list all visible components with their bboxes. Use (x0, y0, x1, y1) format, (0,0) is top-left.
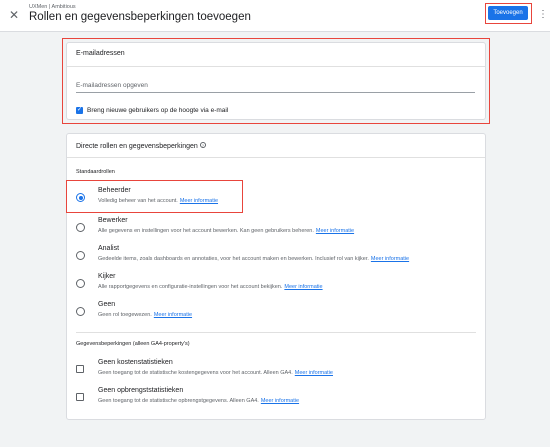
role-name: Geen (98, 301, 116, 308)
restriction-description: Geen toegang tot de statistische kosteng… (98, 370, 333, 376)
standard-roles-label: Standaardrollen (76, 169, 115, 175)
radio-icon[interactable] (76, 223, 85, 232)
role-name: Analist (98, 245, 120, 252)
checkbox-checked-icon[interactable]: ✓ (76, 106, 83, 114)
role-option-viewer[interactable]: Kijker Alle rapportgegevens en configura… (76, 273, 476, 299)
add-button[interactable]: Toevoegen (488, 6, 528, 20)
restriction-description: Geen toegang tot de statistische opbreng… (98, 398, 300, 404)
checkbox-icon[interactable] (76, 393, 84, 401)
restriction-name: Geen kostenstatistieken (98, 359, 173, 366)
roles-title-text: Directe rollen en gegevensbeperkingen (76, 143, 198, 150)
divider (76, 332, 476, 333)
data-restrictions-label: Gegevensbeperkingen (alleen GA4-property… (76, 341, 190, 347)
notify-checkbox-row[interactable]: ✓ Breng nieuwe gebruikers op de hoogte v… (76, 106, 228, 114)
learn-more-link[interactable]: Meer informatie (371, 256, 409, 262)
learn-more-link[interactable]: Meer informatie (295, 370, 333, 376)
email-input[interactable] (76, 79, 475, 93)
radio-icon[interactable] (76, 279, 85, 288)
role-description: Alle rapportgegevens en configuratie-ins… (98, 284, 323, 290)
help-circle-icon[interactable]: ? (199, 142, 206, 148)
roles-section-title: Directe rollen en gegevensbeperkingen? (76, 142, 206, 150)
learn-more-link[interactable]: Meer informatie (284, 284, 322, 290)
learn-more-link[interactable]: Meer informatie (154, 312, 192, 318)
role-description: Geen rol toegewezen. Meer informatie (98, 312, 193, 318)
role-option-editor[interactable]: Bewerker Alle gegevens en instellingen v… (76, 217, 476, 243)
email-card: E-mailadressen ✓ Breng nieuwe gebruikers… (66, 42, 486, 120)
radio-icon[interactable] (76, 251, 85, 260)
close-icon[interactable]: ✕ (7, 8, 21, 22)
role-name: Kijker (98, 273, 116, 280)
breadcrumb: UXMen | Ambitious (29, 4, 76, 10)
divider (67, 66, 485, 67)
restriction-name: Geen opbrengststatistieken (98, 387, 184, 394)
more-vert-icon[interactable]: ⋮ (538, 8, 548, 22)
email-section-title: E-mailadressen (76, 50, 125, 57)
radio-icon[interactable] (76, 307, 85, 316)
learn-more-link[interactable]: Meer informatie (316, 228, 354, 234)
checkbox-icon[interactable] (76, 365, 84, 373)
role-description: Gedeelde items, zoals dashboards en anno… (98, 256, 410, 262)
add-button-highlight: Toevoegen (485, 3, 532, 24)
learn-more-link[interactable]: Meer informatie (261, 398, 299, 404)
admin-role-highlight (66, 180, 243, 213)
role-option-none[interactable]: Geen Geen rol toegewezen. Meer informatie (76, 301, 476, 327)
page-title: Rollen en gegevensbeperkingen toevoegen (29, 11, 251, 23)
role-description: Alle gegevens en instellingen voor het a… (98, 228, 355, 234)
restriction-no-revenue[interactable]: Geen opbrengststatistieken Geen toegang … (76, 387, 476, 413)
restriction-no-cost[interactable]: Geen kostenstatistieken Geen toegang tot… (76, 359, 476, 385)
top-bar: ✕ UXMen | Ambitious Rollen en gegevensbe… (0, 0, 550, 32)
role-option-analyst[interactable]: Analist Gedeelde items, zoals dashboards… (76, 245, 476, 271)
notify-label: Breng nieuwe gebruikers op de hoogte via… (87, 106, 229, 114)
roles-card: Directe rollen en gegevensbeperkingen? S… (66, 133, 486, 420)
divider (67, 157, 485, 158)
role-name: Bewerker (98, 217, 128, 224)
